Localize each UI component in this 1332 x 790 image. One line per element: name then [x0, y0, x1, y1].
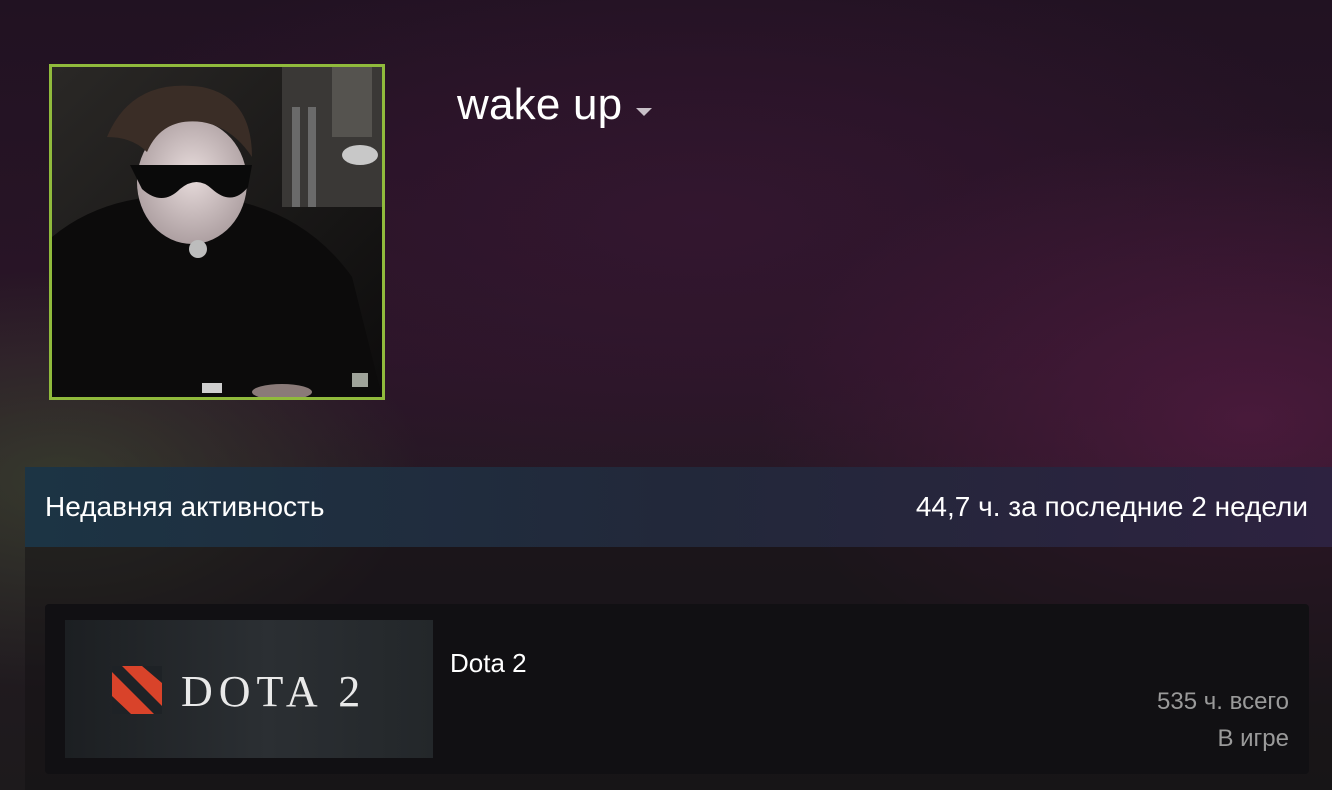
recent-game-card: DOTA 2 Dota 2 535 ч. всего В игре	[45, 604, 1309, 774]
recent-activity-title: Недавняя активность	[45, 491, 325, 522]
persona-name-row[interactable]: wake up	[457, 80, 653, 130]
persona-name[interactable]: wake up	[457, 80, 622, 130]
game-logo-text: DOTA 2	[181, 667, 367, 716]
recent-activity-header: Недавняя активность 44,7 ч. за последние…	[25, 467, 1332, 547]
recent-activity-panel: Недавняя активность 44,7 ч. за последние…	[25, 467, 1332, 790]
recent-activity-hours: 44,7 ч. за последние 2 недели	[915, 491, 1308, 522]
dota2-emblem-icon	[112, 666, 162, 714]
profile-avatar[interactable]	[49, 64, 385, 400]
avatar-photo	[52, 67, 382, 397]
game-capsule-image[interactable]: DOTA 2	[65, 620, 433, 758]
game-name-link[interactable]: Dota 2	[450, 648, 527, 679]
chevron-down-icon[interactable]	[636, 108, 653, 116]
game-status: В игре	[1217, 725, 1289, 752]
game-total-hours: 535 ч. всего	[1157, 688, 1289, 715]
